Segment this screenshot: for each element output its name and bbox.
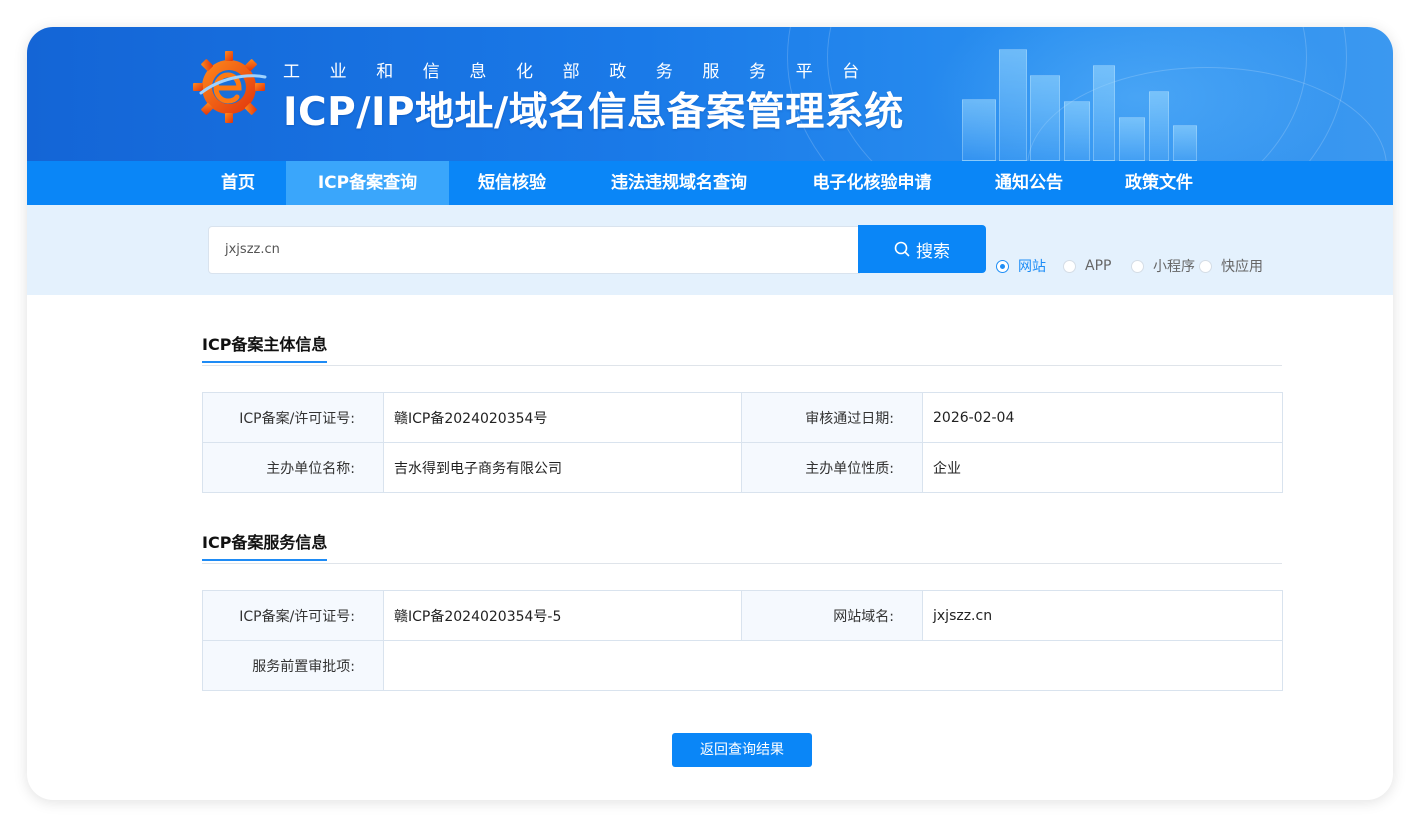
section-divider: [202, 365, 1282, 366]
radio-label: 小程序: [1153, 259, 1195, 275]
radio-app[interactable]: APP: [1063, 257, 1111, 275]
organizer-type-label: 主办单位性质:: [741, 442, 923, 493]
radio-label: 网站: [1018, 259, 1046, 275]
service-license-label: ICP备案/许可证号:: [202, 590, 384, 641]
nav-e-verify-apply[interactable]: 电子化核验申请: [800, 161, 944, 205]
license-number-value: 赣ICP备2024020354号: [383, 392, 742, 443]
radio-label: APP: [1085, 258, 1112, 274]
service-section-title: ICP备案服务信息: [202, 529, 328, 561]
radio-dot: [1063, 259, 1076, 273]
nav-sms-verify[interactable]: 短信核验: [467, 161, 557, 205]
pre-approval-label: 服务前置审批项:: [202, 640, 384, 691]
nav-home[interactable]: 首页: [200, 161, 276, 205]
radio-dot: [1199, 259, 1212, 273]
radio-mini-program[interactable]: 小程序: [1131, 257, 1195, 275]
radio-label: 快应用: [1221, 259, 1263, 275]
table-row: ICP备案/许可证号: 赣ICP备2024020354号 审核通过日期: 202…: [202, 392, 1283, 443]
table-row: ICP备案/许可证号: 赣ICP备2024020354号-5 网站域名: jxj…: [202, 590, 1283, 641]
search-input[interactable]: jxjszz.cn: [208, 226, 860, 274]
subject-section-title: ICP备案主体信息: [202, 331, 328, 363]
search-button[interactable]: 搜索: [858, 225, 986, 273]
main-nav: 首页 ICP备案查询 短信核验 违法违规域名查询 电子化核验申请 通知公告 政策…: [27, 161, 1393, 205]
pre-approval-value: [383, 640, 1283, 691]
nav-illegal-domain-query[interactable]: 违法违规域名查询: [597, 161, 761, 205]
table-row: 服务前置审批项:: [202, 640, 1283, 691]
back-to-results-button[interactable]: 返回查询结果: [672, 733, 812, 767]
nav-policy-docs[interactable]: 政策文件: [1112, 161, 1206, 205]
radio-dot: [996, 259, 1009, 273]
organizer-name-label: 主办单位名称:: [202, 442, 384, 493]
gear-e-logo-icon: [193, 51, 267, 123]
page-card: 工业和信息化部政务服务平台 ICP/IP地址/域名信息备案管理系统 首页 ICP…: [27, 27, 1393, 800]
section-divider: [202, 563, 1282, 564]
approval-date-label: 审核通过日期:: [741, 392, 923, 443]
domain-value: jxjszz.cn: [922, 590, 1283, 641]
nav-icp-query[interactable]: ICP备案查询: [286, 161, 449, 205]
search-button-label: 搜索: [916, 241, 950, 262]
table-row: 主办单位名称: 吉水得到电子商务有限公司 主办单位性质: 企业: [202, 442, 1283, 493]
platform-subtitle: 工业和信息化部政务服务平台: [283, 62, 889, 82]
subject-info-table: ICP备案/许可证号: 赣ICP备2024020354号 审核通过日期: 202…: [202, 392, 1283, 493]
nav-notices[interactable]: 通知公告: [982, 161, 1076, 205]
organizer-name-value: 吉水得到电子商务有限公司: [383, 442, 742, 493]
search-band: jxjszz.cn 搜索 网站 APP 小程序 快应用: [27, 205, 1393, 295]
system-title: ICP/IP地址/域名信息备案管理系统: [283, 90, 904, 135]
service-info-table: ICP备案/许可证号: 赣ICP备2024020354号-5 网站域名: jxj…: [202, 590, 1283, 691]
organizer-type-value: 企业: [922, 442, 1283, 493]
search-icon: [894, 241, 910, 257]
license-number-label: ICP备案/许可证号:: [202, 392, 384, 443]
radio-dot: [1131, 259, 1144, 273]
radio-website[interactable]: 网站: [996, 257, 1046, 275]
domain-label: 网站域名:: [741, 590, 923, 641]
header-banner: 工业和信息化部政务服务平台 ICP/IP地址/域名信息备案管理系统: [27, 27, 1393, 161]
radio-quick-app[interactable]: 快应用: [1199, 257, 1263, 275]
service-license-value: 赣ICP备2024020354号-5: [383, 590, 742, 641]
approval-date-value: 2026-02-04: [922, 392, 1283, 443]
